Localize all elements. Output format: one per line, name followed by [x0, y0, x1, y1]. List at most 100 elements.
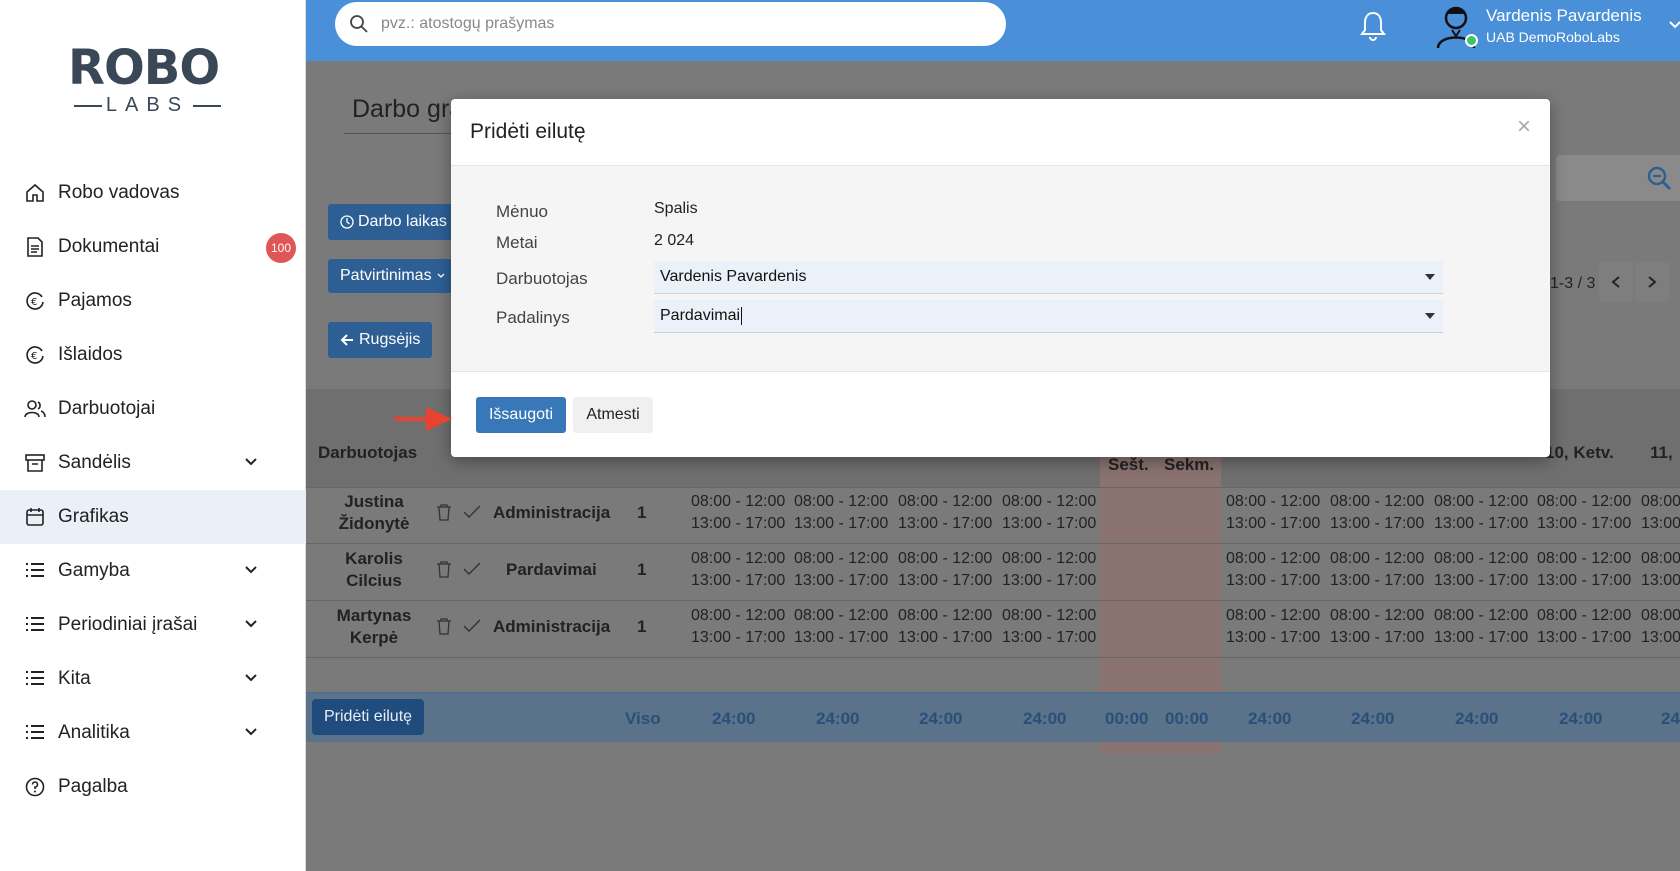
- shift-morning: 08:00 - 12:00: [1434, 493, 1529, 510]
- shift-cell[interactable]: 08:00 - 12:00 13:00 - 17:00: [1002, 548, 1096, 592]
- month-value: Spalis: [654, 200, 698, 217]
- shift-morning: 08:00 - 12:00: [1226, 607, 1321, 624]
- employee-name[interactable]: Martynas Kerpė: [314, 605, 434, 649]
- shift-cell[interactable]: 08:00 - 12:00 13:00 - 17:00: [691, 605, 785, 649]
- last-name: Cilcius: [346, 571, 402, 590]
- employee-name[interactable]: Justina Židonytė: [314, 491, 434, 535]
- shift-cell[interactable]: 08:00 - 12:00 13:00 - 17:00: [1537, 548, 1631, 592]
- chevron-down-icon[interactable]: [242, 615, 260, 633]
- prev-month-button[interactable]: Rugsėjis: [328, 322, 433, 358]
- shift-cell[interactable]: 08:00 13:00: [1641, 491, 1680, 535]
- shift-morning: 08:00: [1641, 493, 1680, 510]
- unit-select[interactable]: Pardavimai: [654, 300, 1443, 333]
- shift-cell[interactable]: 08:00 - 12:00 13:00 - 17:00: [898, 548, 992, 592]
- sidebar-item-label: Sandėlis: [58, 452, 131, 473]
- approval-dropdown[interactable]: Patvirtinimas: [328, 259, 452, 293]
- shift-cell[interactable]: 08:00 - 12:00 13:00 - 17:00: [1226, 605, 1320, 649]
- page-title: Darbo gra: [352, 95, 464, 123]
- shift-morning: 08:00: [1641, 550, 1680, 567]
- cancel-button[interactable]: Atmesti: [573, 397, 653, 433]
- trash-icon[interactable]: [436, 560, 452, 578]
- column-saturday: Šešt.: [1108, 455, 1149, 474]
- sidebar-item-label: Išlaidos: [58, 344, 123, 365]
- shift-afternoon: 13:00 - 17:00: [1002, 572, 1097, 589]
- close-icon[interactable]: ×: [1517, 113, 1531, 141]
- sidebar-item-kita[interactable]: Kita: [0, 652, 306, 706]
- shift-cell[interactable]: 08:00 - 12:00 13:00 - 17:00: [1226, 548, 1320, 592]
- check-icon[interactable]: [463, 562, 481, 576]
- sidebar-item-robo-vadovas[interactable]: Robo vadovas: [0, 166, 306, 220]
- shift-cell[interactable]: 08:00 13:00: [1641, 605, 1680, 649]
- chevron-right-icon: [1648, 276, 1657, 288]
- work-time-button[interactable]: Darbo laikas: [328, 204, 459, 240]
- sidebar-item-gamyba[interactable]: Gamyba: [0, 544, 306, 598]
- check-icon[interactable]: [463, 505, 481, 519]
- shift-cell[interactable]: 08:00 - 12:00 13:00 - 17:00: [691, 548, 785, 592]
- search-input[interactable]: [381, 15, 941, 33]
- shift-cell[interactable]: 08:00 - 12:00 13:00 - 17:00: [1537, 605, 1631, 649]
- employee-name[interactable]: Karolis Cilcius: [314, 548, 434, 592]
- shift-cell[interactable]: 08:00 13:00: [1641, 548, 1680, 592]
- text-cursor: [741, 307, 743, 325]
- shift-cell[interactable]: 08:00 - 12:00 13:00 - 17:00: [1330, 605, 1424, 649]
- user-name[interactable]: Vardenis Pavardenis: [1486, 6, 1642, 26]
- shift-cell[interactable]: 08:00 - 12:00 13:00 - 17:00: [794, 491, 888, 535]
- sidebar-item-periodiniai-irasai[interactable]: Periodiniai įrašai: [0, 598, 306, 652]
- sidebar-item-pajamos[interactable]: € Pajamos: [0, 274, 306, 328]
- chevron-down-icon[interactable]: [242, 669, 260, 687]
- modal-body: Mėnuo Spalis Metai 2 024 Darbuotojas Var…: [451, 166, 1550, 372]
- shift-cell[interactable]: 08:00 - 12:00 13:00 - 17:00: [898, 491, 992, 535]
- shift-cell[interactable]: 08:00 - 12:00 13:00 - 17:00: [1434, 605, 1528, 649]
- page-title-underline: [344, 133, 464, 134]
- chevron-down-icon[interactable]: [242, 453, 260, 471]
- shift-cell[interactable]: 08:00 - 12:00 13:00 - 17:00: [1537, 491, 1631, 535]
- dropdown-caret-icon: [1425, 274, 1435, 280]
- trash-icon[interactable]: [436, 617, 452, 635]
- trash-icon[interactable]: [436, 503, 452, 521]
- shift-cell[interactable]: 08:00 - 12:00 13:00 - 17:00: [898, 605, 992, 649]
- sidebar-item-grafikas[interactable]: Grafikas: [0, 490, 306, 544]
- shift-cell[interactable]: 08:00 - 12:00 13:00 - 17:00: [1434, 491, 1528, 535]
- work-time-label: Darbo laikas: [358, 213, 447, 230]
- page-prev-button[interactable]: [1599, 262, 1633, 302]
- shift-morning: 08:00 - 12:00: [1537, 607, 1632, 624]
- add-row-button[interactable]: Pridėti eilutę: [312, 699, 425, 735]
- column-employee: Darbuotojas: [318, 443, 418, 462]
- chevron-down-icon[interactable]: [242, 723, 260, 741]
- sidebar-item-sandelis[interactable]: Sandėlis: [0, 436, 306, 490]
- chevron-down-icon[interactable]: [1668, 18, 1680, 32]
- euro-in-icon: €: [24, 290, 46, 312]
- svg-text:€: €: [31, 297, 37, 308]
- total-value: 24:00: [1023, 709, 1067, 728]
- shift-cell[interactable]: 08:00 - 12:00 13:00 - 17:00: [794, 605, 888, 649]
- shift-cell[interactable]: 08:00 - 12:00 13:00 - 17:00: [691, 491, 785, 535]
- shift-cell[interactable]: 08:00 - 12:00 13:00 - 17:00: [1002, 605, 1096, 649]
- shift-cell[interactable]: 08:00 - 12:00 13:00 - 17:00: [1330, 491, 1424, 535]
- logo-subtext: LABS: [70, 94, 225, 117]
- shift-cell[interactable]: 08:00 - 12:00 13:00 - 17:00: [1002, 491, 1096, 535]
- shift-cell[interactable]: 08:00 - 12:00 13:00 - 17:00: [1330, 548, 1424, 592]
- list-icon: [24, 560, 46, 582]
- robolabs-logo[interactable]: ROBO LABS: [68, 40, 228, 120]
- shift-afternoon: 13:00 - 17:00: [691, 515, 786, 532]
- sidebar-item-analitika[interactable]: Analitika: [0, 706, 306, 760]
- sidebar-item-darbuotojai[interactable]: Darbuotojai: [0, 382, 306, 436]
- sidebar-item-pagalba[interactable]: Pagalba: [0, 760, 306, 814]
- chevron-down-icon[interactable]: [242, 561, 260, 579]
- notifications-bell-icon[interactable]: [1358, 10, 1388, 42]
- global-search[interactable]: [335, 2, 1006, 46]
- save-button[interactable]: Išsaugoti: [476, 397, 566, 433]
- check-icon[interactable]: [463, 619, 481, 633]
- shift-cell[interactable]: 08:00 - 12:00 13:00 - 17:00: [1434, 548, 1528, 592]
- sidebar-item-dokumentai[interactable]: Dokumentai 100: [0, 220, 306, 274]
- zoom-icon[interactable]: [1646, 165, 1672, 191]
- shift-morning: 08:00 - 12:00: [1002, 607, 1097, 624]
- page-next-button[interactable]: [1635, 262, 1669, 302]
- shift-afternoon: 13:00 - 17:00: [1226, 572, 1321, 589]
- shift-cell[interactable]: 08:00 - 12:00 13:00 - 17:00: [1226, 491, 1320, 535]
- sidebar-item-islaidos[interactable]: € Išlaidos: [0, 328, 306, 382]
- total-value: 24:00: [1455, 709, 1499, 728]
- employee-select[interactable]: Vardenis Pavardenis: [654, 261, 1443, 294]
- shift-cell[interactable]: 08:00 - 12:00 13:00 - 17:00: [794, 548, 888, 592]
- shift-morning: 08:00 - 12:00: [1330, 550, 1425, 567]
